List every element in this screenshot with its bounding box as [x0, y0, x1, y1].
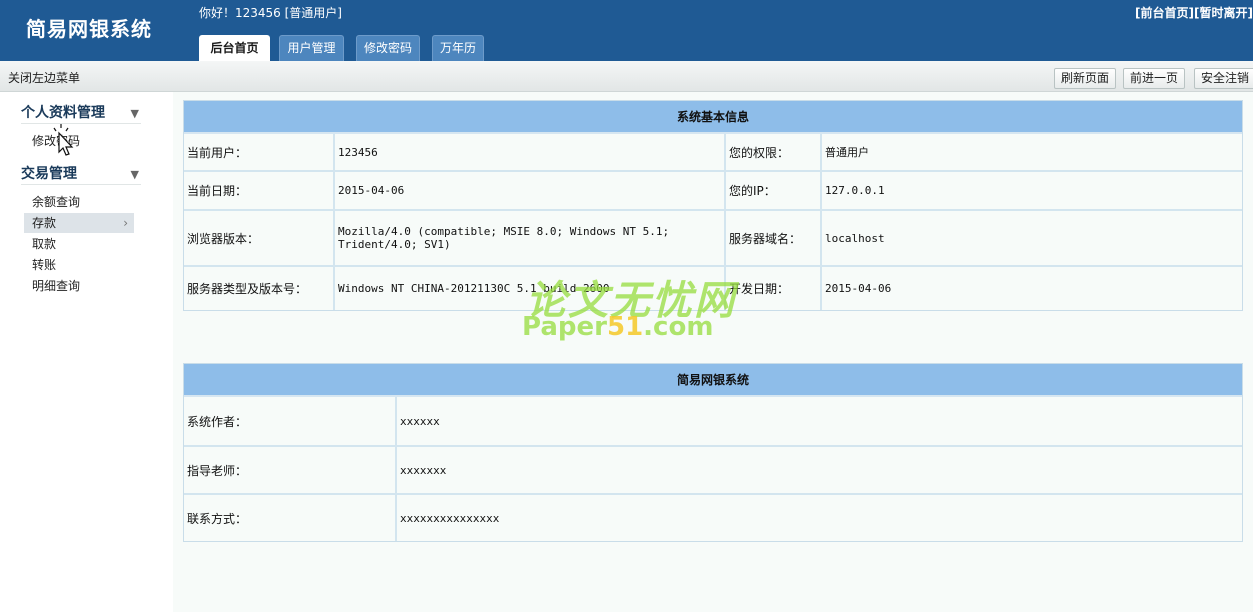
- leave-link[interactable]: [暂时离开]: [1194, 6, 1253, 20]
- user-greeting: 你好！123456 [普通用户]: [199, 6, 342, 20]
- sidebar-item-transfer[interactable]: 转账: [24, 255, 134, 275]
- toggle-sidebar-link[interactable]: 关闭左边菜单: [8, 69, 80, 86]
- info-label: 您的权限：: [725, 134, 822, 172]
- table-row: 当前用户： 123456 您的权限： 普通用户: [184, 134, 1242, 172]
- about-value: xxxxxxx: [396, 446, 1242, 495]
- about-label: 系统作者：: [184, 397, 397, 447]
- forward-page-button[interactable]: 前进一页: [1123, 68, 1186, 89]
- table-row: 指导老师： xxxxxxx: [184, 446, 1242, 495]
- sidebar-group-transactions[interactable]: 交易管理 ▼: [21, 163, 141, 185]
- info-label: 服务器域名：: [725, 210, 822, 267]
- refresh-page-button[interactable]: 刷新页面: [1054, 68, 1117, 89]
- about-title: 简易网银系统: [184, 364, 1242, 397]
- main-content: 系统基本信息 当前用户： 123456 您的权限： 普通用户 当前日期： 201…: [173, 92, 1253, 612]
- system-info-table: 当前用户： 123456 您的权限： 普通用户 当前日期： 2015-04-06…: [184, 134, 1242, 310]
- tab-calendar[interactable]: 万年历: [432, 35, 484, 61]
- info-value: localhost: [821, 210, 1242, 267]
- safe-logout-button[interactable]: 安全注销: [1194, 68, 1253, 89]
- info-value: 普通用户: [821, 134, 1242, 172]
- table-row: 系统作者： xxxxxx: [184, 397, 1242, 447]
- about-label: 联系方式：: [184, 494, 397, 541]
- table-row: 当前日期： 2015-04-06 您的IP： 127.0.0.1: [184, 171, 1242, 211]
- about-value: xxxxxxxxxxxxxxx: [400, 511, 500, 525]
- sidebar-item-withdraw[interactable]: 取款: [24, 234, 134, 254]
- info-label: 浏览器版本：: [184, 210, 335, 267]
- header: 简易网银系统 你好！123456 [普通用户] [前台首页][暂时离开] 后台首…: [0, 0, 1253, 61]
- top-links: [前台首页][暂时离开]: [1135, 4, 1253, 21]
- sidebar-item-label: 存款: [32, 216, 57, 230]
- info-value: 2015-04-06: [825, 282, 892, 295]
- sidebar-item-change-password[interactable]: 修改密码: [24, 131, 134, 151]
- info-label: 您的IP：: [725, 171, 822, 211]
- tab-change-password[interactable]: 修改密码: [356, 35, 420, 61]
- info-value: Windows NT CHINA-20121130C 5.1 build 260…: [334, 266, 726, 310]
- about-value: xxxxxx: [396, 397, 1242, 447]
- table-row: 浏览器版本： Mozilla/4.0 (compatible; MSIE 8.0…: [184, 210, 1242, 267]
- sidebar-item-balance-query[interactable]: 余额查询: [24, 192, 134, 212]
- table-row: 服务器类型及版本号： Windows NT CHINA-20121130C 5.…: [184, 266, 1242, 310]
- system-info-title: 系统基本信息: [184, 101, 1242, 134]
- info-label: 服务器类型及版本号：: [184, 266, 335, 310]
- info-value: 2015-04-06: [334, 171, 726, 211]
- about-label: 指导老师：: [184, 446, 397, 495]
- triangle-down-icon: ▼: [130, 168, 139, 181]
- toolbar: 关闭左边菜单 刷新页面 前进一页 安全注销: [0, 61, 1253, 92]
- table-row: 联系方式： xxxxxxxxxxxxxxx: [184, 494, 1242, 541]
- app-logo: 简易网银系统: [26, 17, 152, 41]
- triangle-down-icon: ▼: [130, 107, 139, 120]
- sidebar-item-deposit[interactable]: 存款 ›: [24, 213, 134, 233]
- system-info-panel: 系统基本信息 当前用户： 123456 您的权限： 普通用户 当前日期： 201…: [183, 100, 1243, 311]
- sidebar-group-profile[interactable]: 个人资料管理 ▼: [21, 102, 141, 124]
- chevron-right-icon: ›: [123, 216, 128, 230]
- sidebar-item-statement-query[interactable]: 明细查询: [24, 276, 134, 296]
- tab-user-management[interactable]: 用户管理: [279, 35, 344, 61]
- info-value: 127.0.0.1: [821, 171, 1242, 211]
- info-value: 123456: [334, 134, 726, 172]
- info-label: 开发日期：: [725, 266, 822, 310]
- info-label: 当前日期：: [184, 171, 335, 211]
- about-panel: 简易网银系统 系统作者： xxxxxx 指导老师： xxxxxxx 联系方式： …: [183, 363, 1243, 542]
- sidebar-group-title: 个人资料管理: [21, 105, 105, 121]
- about-table: 系统作者： xxxxxx 指导老师： xxxxxxx 联系方式： xxxxxxx…: [184, 397, 1242, 541]
- info-label: 当前用户：: [184, 134, 335, 172]
- info-value: Mozilla/4.0 (compatible; MSIE 8.0; Windo…: [334, 210, 726, 267]
- front-home-link[interactable]: [前台首页]: [1135, 6, 1194, 20]
- tab-admin-home[interactable]: 后台首页: [199, 35, 270, 61]
- sidebar-group-title: 交易管理: [21, 166, 77, 182]
- sidebar: 个人资料管理 ▼ 修改密码 交易管理 ▼ 余额查询 存款 › 取款 转账 明细查…: [0, 92, 173, 612]
